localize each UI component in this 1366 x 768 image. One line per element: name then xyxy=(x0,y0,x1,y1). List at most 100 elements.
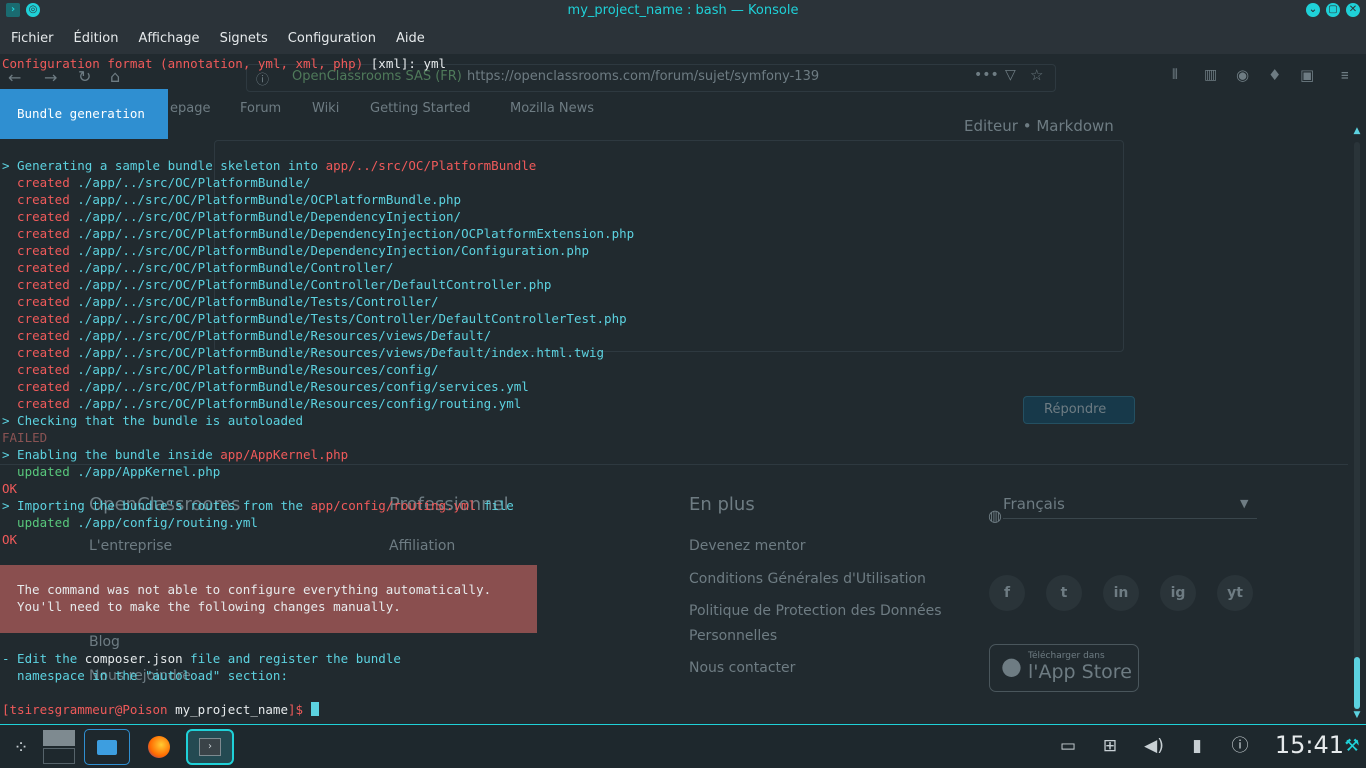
footer-link: Affiliation xyxy=(389,538,456,554)
footer-link: Personnelles xyxy=(689,628,778,644)
panel-settings-icon[interactable]: ⚒ xyxy=(1342,735,1362,757)
url-text: https://openclassrooms.com/forum/sujet/s… xyxy=(467,69,820,84)
reply-button-label: Répondre xyxy=(1044,402,1107,417)
terminal-line: created ./app/../src/OC/PlatformBundle/D… xyxy=(2,226,635,241)
terminal-line: created ./app/../src/OC/PlatformBundle/R… xyxy=(2,328,492,343)
terminal-line: Configuration format (annotation, yml, x… xyxy=(2,56,447,71)
folder-icon xyxy=(97,739,117,755)
scroll-down-icon[interactable]: ▼ xyxy=(1351,710,1363,720)
terminal-line: created ./app/../src/OC/PlatformBundle/R… xyxy=(2,396,522,411)
battery-icon[interactable]: ▭ xyxy=(1056,735,1080,757)
terminal-line: > Checking that the bundle is autoloaded xyxy=(2,413,304,428)
close-icon[interactable]: ✕ xyxy=(1346,3,1360,17)
library-icon: ⫴ xyxy=(1172,67,1178,83)
menu-configuration[interactable]: Configuration xyxy=(288,31,376,46)
language-underline xyxy=(1003,518,1257,519)
clock[interactable]: 15:41 xyxy=(1275,731,1344,759)
language-select: Français xyxy=(1003,495,1065,513)
text-cursor xyxy=(310,702,319,716)
terminal-line: > Importing the bundle's routes from the… xyxy=(2,498,514,513)
terminal-line: OK xyxy=(2,481,18,496)
scroll-up-icon[interactable]: ▲ xyxy=(1351,126,1363,136)
terminal-view[interactable]: ← → ↻ ⌂ ⓘ OpenClassrooms SAS (FR) https:… xyxy=(0,54,1348,724)
terminal-line: updated ./app/config/routing.yml xyxy=(2,515,258,530)
volume-icon[interactable]: ◀) xyxy=(1142,735,1166,757)
menu-signets[interactable]: Signets xyxy=(220,31,268,46)
terminal-line: - Edit the composer.json file and regist… xyxy=(2,651,401,666)
firefox-icon xyxy=(148,736,170,758)
bundle-generation-banner: Bundle generation xyxy=(0,89,168,139)
footer-link: Blog xyxy=(89,634,120,650)
taskbar-konsole-button[interactable]: › xyxy=(186,729,234,765)
facebook-icon: f xyxy=(989,575,1025,611)
terminal-line: created ./app/../src/OC/PlatformBundle/D… xyxy=(2,209,462,224)
appstore-small-text: Télécharger dans xyxy=(1028,651,1105,661)
terminal-icon: › xyxy=(199,738,221,756)
terminal-line: > Generating a sample bundle skeleton in… xyxy=(2,158,537,173)
desktop-1[interactable] xyxy=(43,730,75,746)
bookmark-item: Wiki xyxy=(312,101,340,116)
terminal-line: namespace in the "autoload" section: xyxy=(2,668,288,683)
menu-affichage[interactable]: Affichage xyxy=(138,31,199,46)
footer-link: Devenez mentor xyxy=(689,538,806,554)
terminal-line: FAILED xyxy=(2,430,48,445)
terminal-line: created ./app/../src/OC/PlatformBundle/D… xyxy=(2,243,590,258)
footer-link: Politique de Protection des Données xyxy=(689,603,942,619)
shell-prompt[interactable]: [tsiresgrammeur@Poison my_project_name]$ xyxy=(2,701,319,718)
application-launcher-icon[interactable]: ⁘ xyxy=(6,729,36,765)
menu-aide[interactable]: Aide xyxy=(396,31,425,46)
terminal-line: created ./app/../src/OC/PlatformBundle/O… xyxy=(2,192,462,207)
terminal-line: created ./app/../src/OC/PlatformBundle/R… xyxy=(2,379,529,394)
terminal-line: updated ./app/AppKernel.php xyxy=(2,464,221,479)
bookmark-item: epage xyxy=(170,101,211,116)
terminal-line: created ./app/../src/OC/PlatformBundle/ xyxy=(2,175,311,190)
scroll-thumb[interactable] xyxy=(1354,657,1360,709)
footer-col3-title: En plus xyxy=(689,494,755,515)
chevron-down-icon: ▼ xyxy=(1240,497,1249,510)
youtube-icon: yt xyxy=(1217,575,1253,611)
error-box: The command was not able to configure ev… xyxy=(0,565,537,633)
terminal-line: created ./app/../src/OC/PlatformBundle/R… xyxy=(2,362,439,377)
footer-link: L'entreprise xyxy=(89,538,173,554)
taskbar-firefox-button[interactable] xyxy=(136,729,182,765)
menu-edition[interactable]: Édition xyxy=(74,31,119,46)
taskbar-files-button[interactable] xyxy=(84,729,130,765)
terminal-line: > Enabling the bundle inside app/AppKern… xyxy=(2,447,349,462)
bookmark-item: Getting Started xyxy=(370,101,471,116)
usb-device-icon[interactable]: ▮ xyxy=(1185,735,1209,757)
window-title: my_project_name : bash — Konsole xyxy=(567,3,799,18)
footer-link: Nous contacter xyxy=(689,660,796,676)
globe-icon: ◍ xyxy=(988,506,1002,525)
title-bar[interactable]: › ◎ my_project_name : bash — Konsole ⌄ ▢… xyxy=(0,0,1366,22)
virtual-desktop-pager[interactable] xyxy=(42,729,76,765)
notifications-icon[interactable]: ⓘ xyxy=(1228,735,1252,757)
terminal-scrollbar[interactable]: ▲ ▼ xyxy=(1348,122,1366,724)
terminal-line: OK xyxy=(2,532,18,547)
scroll-track[interactable] xyxy=(1354,142,1360,714)
container-icon: ▣ xyxy=(1300,66,1315,84)
network-icon[interactable]: ⊞ xyxy=(1098,735,1122,757)
menu-fichier[interactable]: Fichier xyxy=(11,31,54,46)
desktop-2[interactable] xyxy=(43,748,75,764)
fox-extension-icon: ♦ xyxy=(1268,66,1282,84)
error-line: The command was not able to configure ev… xyxy=(17,582,492,597)
instagram-icon: ig xyxy=(1160,575,1196,611)
bookmark-star-icon: ☆ xyxy=(1030,66,1044,84)
footer-link: Conditions Générales d'Utilisation xyxy=(689,571,926,587)
terminal-line: created ./app/../src/OC/PlatformBundle/C… xyxy=(2,277,552,292)
bookmark-item: Forum xyxy=(240,101,282,116)
maximize-icon[interactable]: ▢ xyxy=(1326,3,1340,17)
terminal-line: created ./app/../src/OC/PlatformBundle/R… xyxy=(2,345,605,360)
pocket-icon: ▽ xyxy=(1005,67,1016,83)
terminal-line: created ./app/../src/OC/PlatformBundle/T… xyxy=(2,294,439,309)
page-actions-icon: ••• xyxy=(974,67,999,83)
extension-icon: ◉ xyxy=(1236,66,1250,84)
terminal-line: created ./app/../src/OC/PlatformBundle/T… xyxy=(2,311,627,326)
error-line: You'll need to make the following change… xyxy=(17,599,401,614)
menu-bar: Fichier Édition Affichage Signets Config… xyxy=(0,22,1366,54)
hamburger-menu-icon: ≡ xyxy=(1340,66,1348,84)
taskbar: ⁘ › ▭ ⊞ ◀) ▮ ⓘ 15:41 ⚒ xyxy=(0,724,1366,768)
editor-label: Editeur • Markdown xyxy=(964,117,1114,135)
linkedin-icon: in xyxy=(1103,575,1139,611)
minimize-icon[interactable]: ⌄ xyxy=(1306,3,1320,17)
